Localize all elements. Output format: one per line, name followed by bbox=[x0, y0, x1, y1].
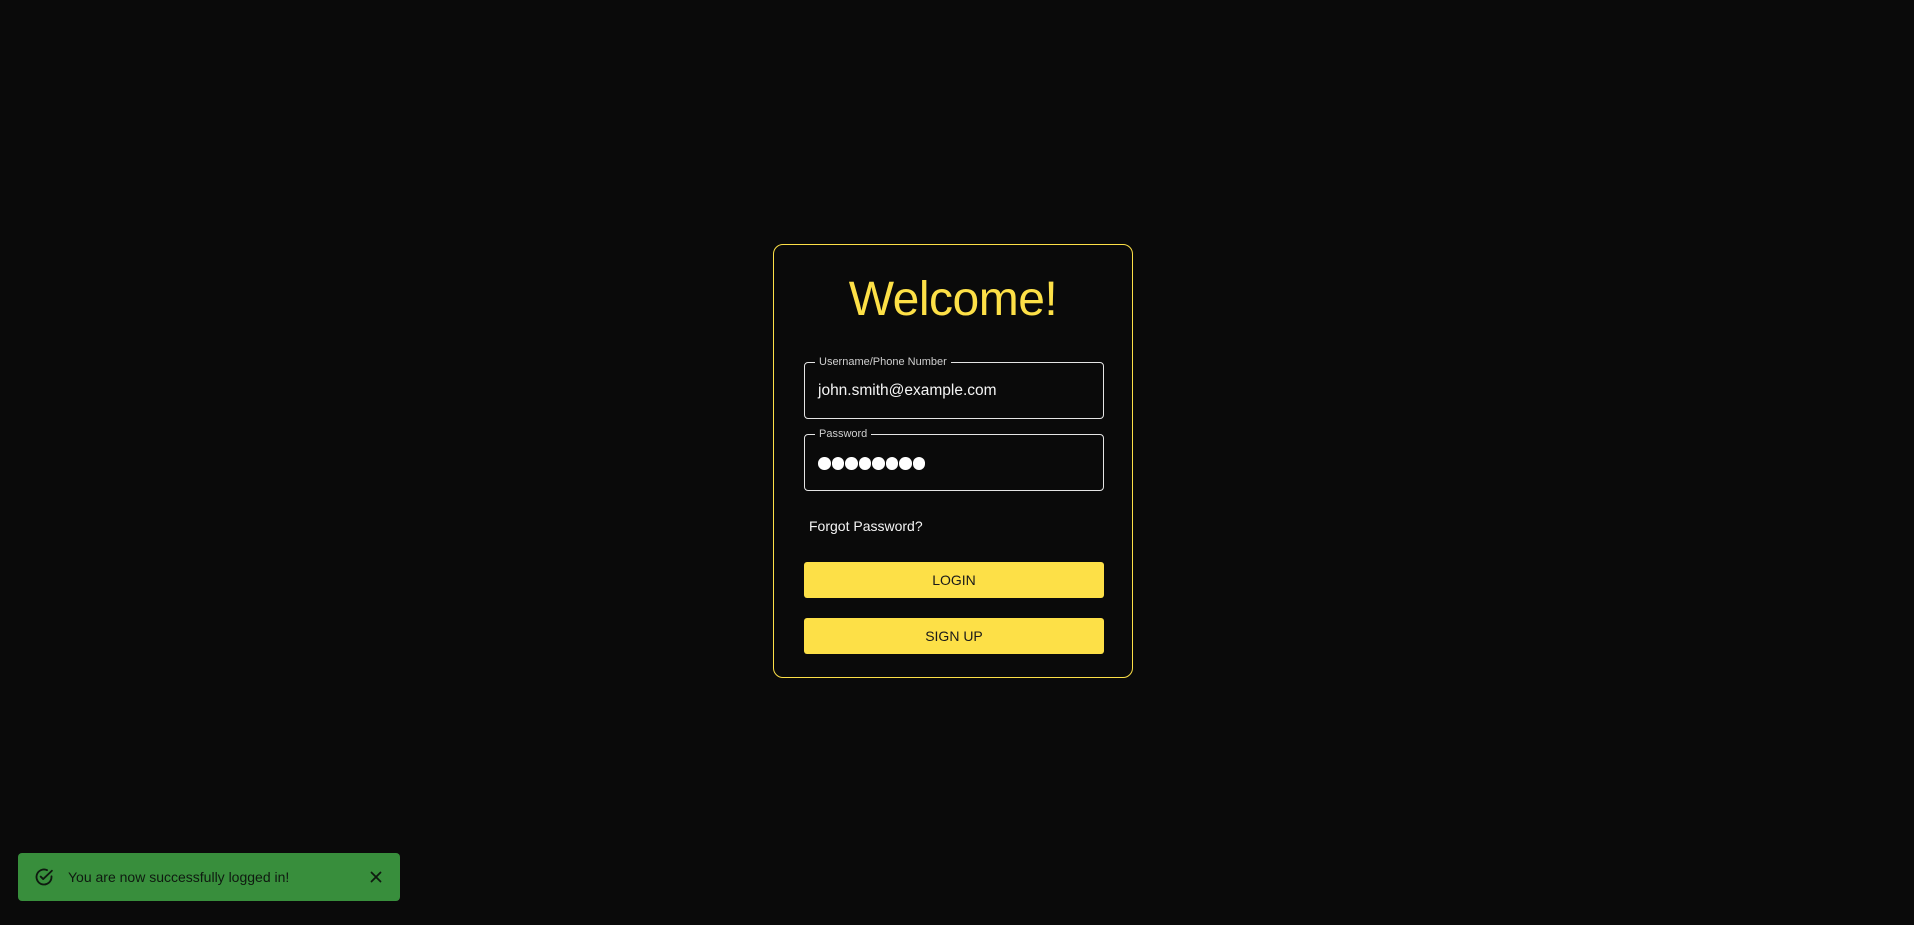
password-field[interactable]: Password bbox=[804, 427, 1104, 491]
success-toast: You are now successfully logged in! bbox=[18, 853, 400, 901]
password-mask-dot bbox=[872, 457, 885, 470]
password-mask-dot bbox=[912, 457, 925, 470]
username-field[interactable]: Username/Phone Number john.smith@example… bbox=[804, 355, 1104, 419]
login-card: Welcome! Username/Phone Number john.smit… bbox=[773, 244, 1133, 678]
username-field-value[interactable]: john.smith@example.com bbox=[818, 363, 997, 418]
page-title: Welcome! bbox=[848, 273, 1058, 326]
login-button[interactable]: LOGIN bbox=[804, 562, 1104, 598]
close-icon[interactable] bbox=[367, 868, 385, 886]
password-mask-dot bbox=[899, 457, 912, 470]
password-mask-dot bbox=[845, 457, 858, 470]
password-mask-dot bbox=[831, 457, 844, 470]
forgot-password-link[interactable]: Forgot Password? bbox=[809, 517, 923, 535]
password-mask-dot bbox=[818, 457, 831, 470]
password-masked-value[interactable] bbox=[818, 457, 925, 470]
password-mask-dot bbox=[858, 457, 871, 470]
login-page: Welcome! Username/Phone Number john.smit… bbox=[0, 0, 1914, 925]
signup-button[interactable]: SIGN UP bbox=[804, 618, 1104, 654]
password-field-label: Password bbox=[815, 427, 872, 441]
password-mask-dot bbox=[885, 457, 898, 470]
check-circle-icon bbox=[35, 868, 53, 886]
toast-message: You are now successfully logged in! bbox=[68, 869, 290, 885]
